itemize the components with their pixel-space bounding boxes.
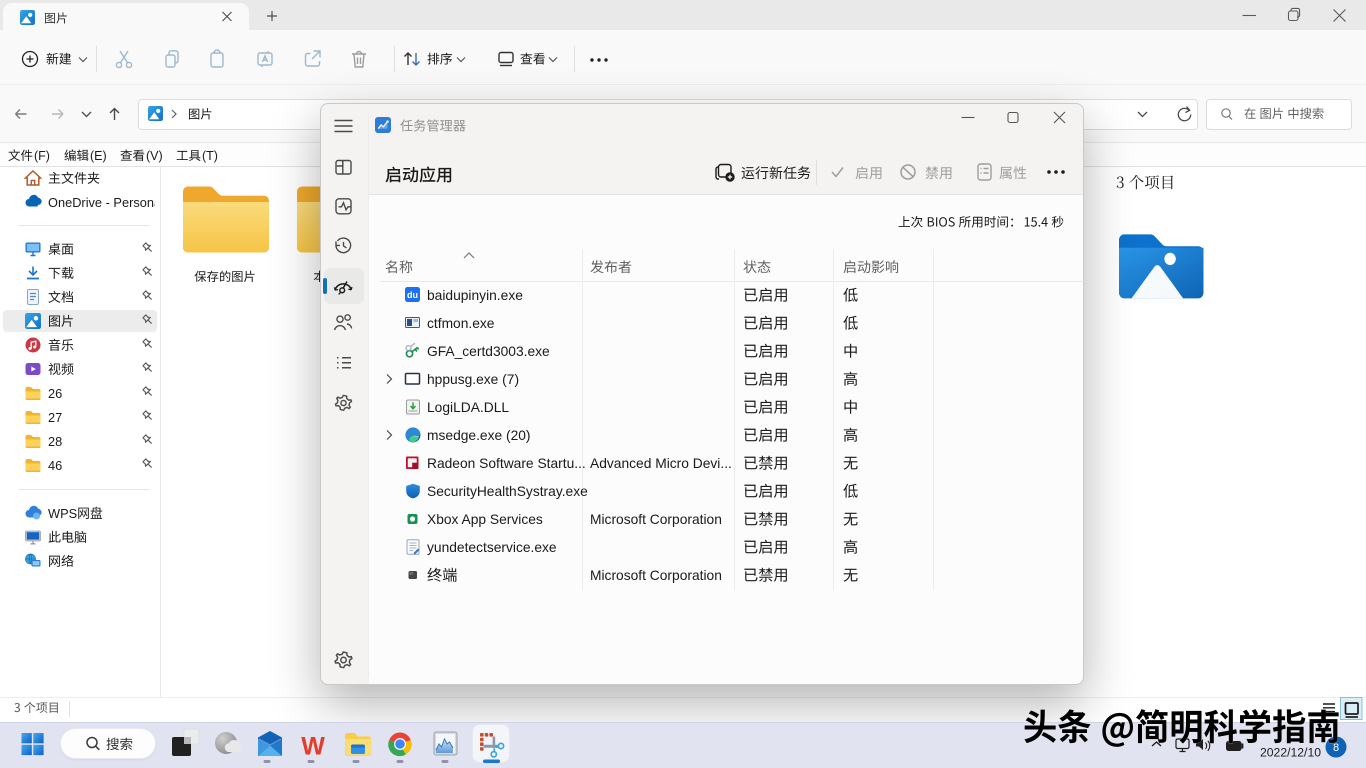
svg-text:8: 8 [1333,742,1339,754]
svg-text:W: W [301,733,325,761]
svg-text:2022/12/10: 2022/12/10 [1260,746,1321,760]
